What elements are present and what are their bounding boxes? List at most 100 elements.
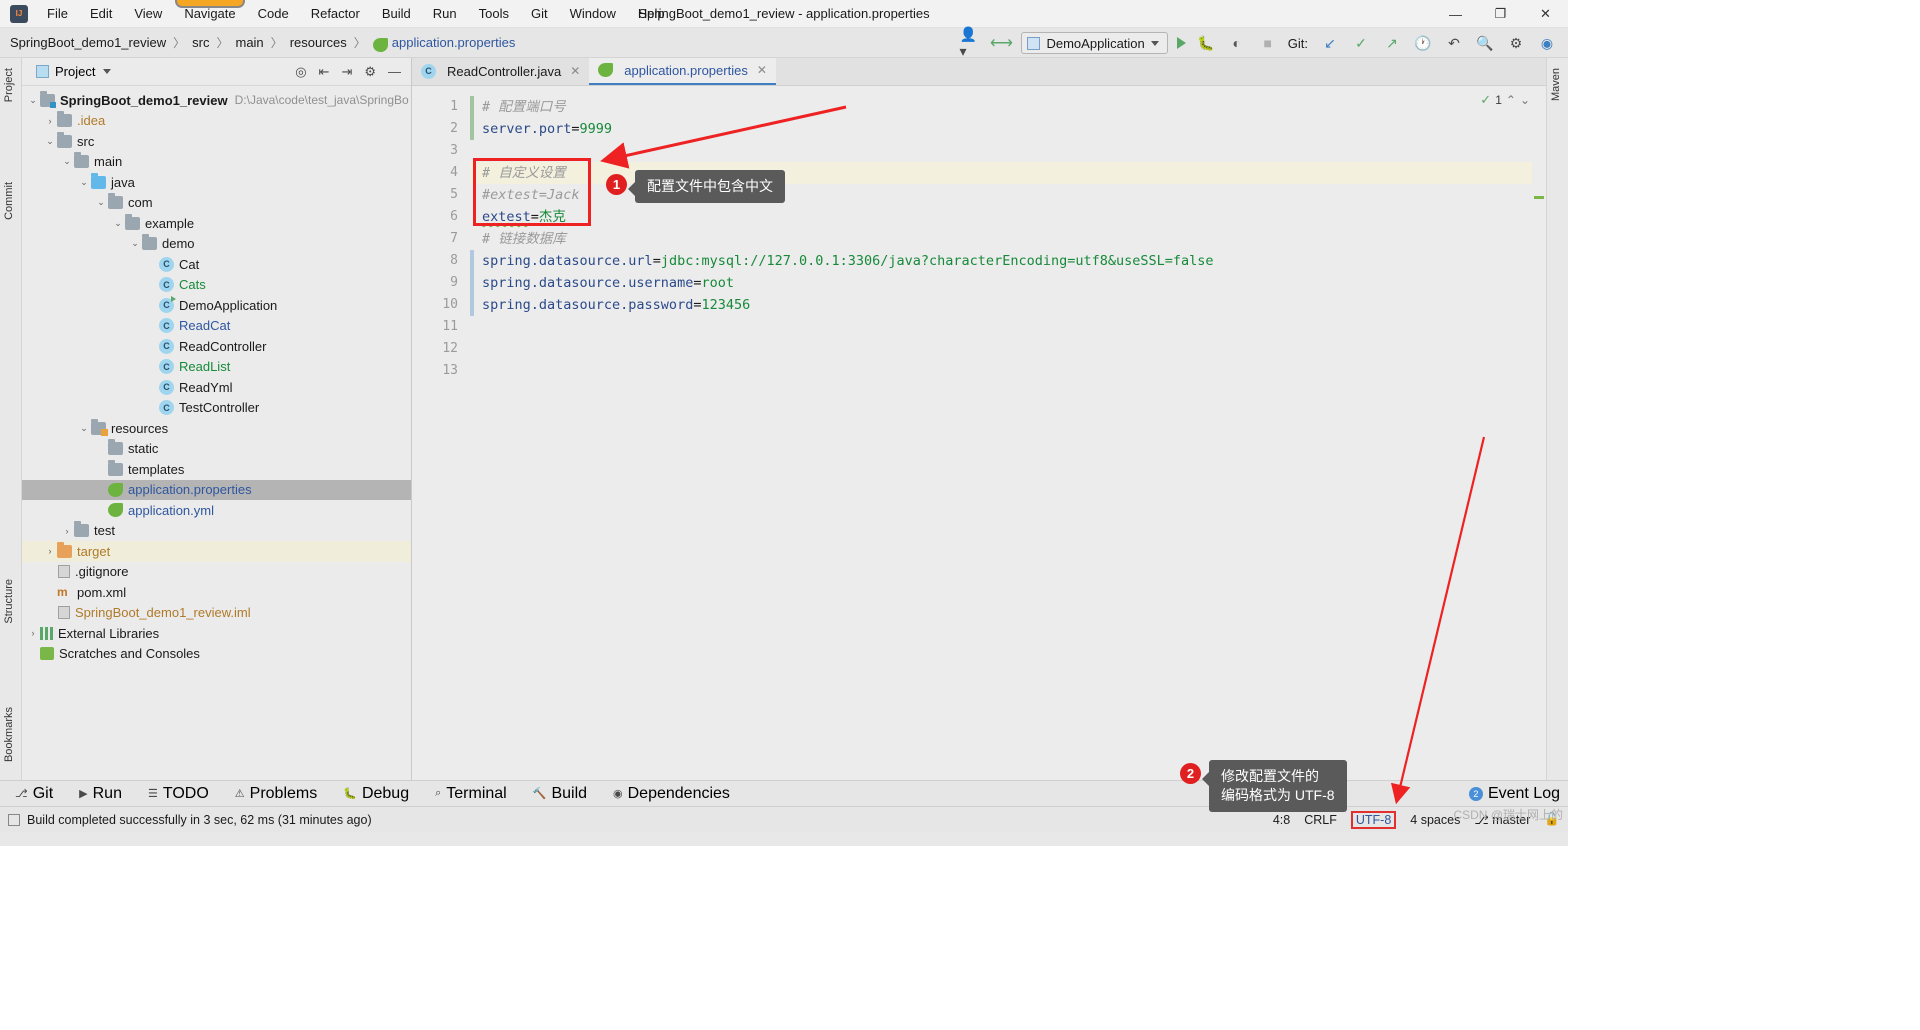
chevron-down-icon[interactable]: ⌄ xyxy=(77,177,91,188)
tree-node[interactable]: templates xyxy=(22,459,411,480)
bottom-tab-problems[interactable]: ⚠ Problems xyxy=(226,785,326,803)
chevron-down-icon[interactable]: ⌄ xyxy=(26,95,40,106)
close-icon[interactable]: ✕ xyxy=(757,63,767,77)
line-separator[interactable]: CRLF xyxy=(1304,813,1337,827)
breadcrumb-main[interactable]: main xyxy=(235,35,263,50)
chevron-down-icon[interactable]: ⌄ xyxy=(128,238,142,249)
debug-icon[interactable]: 🐛 xyxy=(1195,32,1217,54)
code-line[interactable]: # 配置端口号 xyxy=(470,96,1546,118)
chevron-down-icon[interactable]: ⌄ xyxy=(1520,93,1530,107)
tree-node[interactable]: Scratches and Consoles xyxy=(22,644,411,665)
coverage-icon[interactable]: ◐ xyxy=(1226,32,1248,54)
hammer-icon[interactable]: ⟷ xyxy=(990,32,1013,54)
tool-tab-bookmarks[interactable]: Bookmarks xyxy=(0,701,22,768)
tree-node[interactable]: C ReadCat xyxy=(22,316,411,337)
menu-tools[interactable]: Tools xyxy=(468,2,520,25)
tree-node[interactable]: C ReadList xyxy=(22,357,411,378)
breadcrumb-resources[interactable]: resources xyxy=(290,35,347,50)
code-line[interactable] xyxy=(470,140,1546,162)
tree-node[interactable]: C Cats xyxy=(22,275,411,296)
chevron-right-icon[interactable]: › xyxy=(60,526,74,536)
tree-node[interactable]: C ReadController xyxy=(22,336,411,357)
chevron-down-icon[interactable] xyxy=(103,69,112,74)
tree-node[interactable]: › test xyxy=(22,521,411,542)
expand-icon[interactable]: ⇥ xyxy=(341,64,352,80)
menu-file[interactable]: File xyxy=(36,2,79,25)
breadcrumb-project[interactable]: SpringBoot_demo1_review xyxy=(10,35,166,50)
chevron-down-icon[interactable]: ⌄ xyxy=(111,218,125,229)
tree-node[interactable]: application.yml xyxy=(22,500,411,521)
tree-node[interactable]: ⌄ SpringBoot_demo1_review D:\Java\code\tes… xyxy=(22,90,411,111)
chevron-right-icon[interactable]: › xyxy=(43,546,57,556)
editor-tab-readcontroller[interactable]: C ReadController.java ✕ xyxy=(412,58,590,85)
menu-git[interactable]: Git xyxy=(520,2,559,25)
tree-node[interactable]: C Cat xyxy=(22,254,411,275)
code-line[interactable]: spring.datasource.password=123456 xyxy=(470,294,1546,316)
bottom-tab-run[interactable]: ▶ Run xyxy=(70,785,131,803)
code-line[interactable]: spring.datasource.url=jdbc:mysql://127.0… xyxy=(470,250,1546,272)
chevron-right-icon[interactable]: › xyxy=(43,116,57,126)
menu-run[interactable]: Run xyxy=(422,2,468,25)
tree-node[interactable]: .gitignore xyxy=(22,562,411,583)
event-log-widget[interactable]: 2 Event Log xyxy=(1468,785,1560,803)
chevron-right-icon[interactable]: › xyxy=(26,628,40,638)
chevron-down-icon[interactable]: ⌄ xyxy=(94,197,108,208)
tool-tab-project[interactable]: Project xyxy=(0,62,22,108)
tree-node[interactable]: › .idea xyxy=(22,111,411,132)
run-configuration-selector[interactable]: DemoApplication xyxy=(1021,32,1168,54)
menu-refactor[interactable]: Refactor xyxy=(300,2,371,25)
bottom-tab-build[interactable]: 🔨 Build xyxy=(524,785,596,803)
code-line[interactable]: server.port=9999 xyxy=(470,118,1546,140)
tree-node[interactable]: ⌄ resources xyxy=(22,418,411,439)
code-line[interactable]: extest=杰克 xyxy=(470,206,1546,228)
search-icon[interactable]: 🔍 xyxy=(1474,32,1496,54)
update-project-icon[interactable]: ↙ xyxy=(1319,32,1341,54)
tree-node[interactable]: C DemoApplication xyxy=(22,295,411,316)
tree-node[interactable]: m pom.xml xyxy=(22,582,411,603)
commit-icon[interactable]: ✓ xyxy=(1350,32,1372,54)
run-icon[interactable] xyxy=(1176,37,1186,49)
tree-node[interactable]: C TestController xyxy=(22,398,411,419)
user-icon[interactable]: 👤▾ xyxy=(959,26,981,59)
settings-icon[interactable]: ⚙ xyxy=(1505,32,1527,54)
chevron-up-icon[interactable]: ⌃ xyxy=(1506,93,1516,107)
menu-code[interactable]: Code xyxy=(247,2,300,25)
tree-node[interactable]: static xyxy=(22,439,411,460)
tree-node[interactable]: C ReadYml xyxy=(22,377,411,398)
project-tree[interactable]: ⌄ SpringBoot_demo1_review D:\Java\code\tes… xyxy=(22,86,411,780)
maximize-icon[interactable]: ❐ xyxy=(1478,0,1523,28)
bottom-tab-git[interactable]: ⎇ Git xyxy=(6,785,62,803)
code-line[interactable]: # 链接数据库 xyxy=(470,228,1546,250)
bottom-tab-todo[interactable]: ☰ TODO xyxy=(139,785,218,803)
file-encoding[interactable]: UTF-8 xyxy=(1350,810,1397,829)
tree-node[interactable]: SpringBoot_demo1_review.iml xyxy=(22,603,411,624)
code-line[interactable]: spring.datasource.username=root xyxy=(470,272,1546,294)
bottom-tab-terminal[interactable]: ⌕ Terminal xyxy=(426,785,516,803)
chevron-down-icon[interactable]: ⌄ xyxy=(60,156,74,167)
tool-tab-commit[interactable]: Commit xyxy=(0,176,22,226)
bottom-tab-debug[interactable]: 🐛 Debug xyxy=(334,785,418,803)
menu-navigate[interactable]: Navigate xyxy=(173,2,246,25)
menu-edit[interactable]: Edit xyxy=(79,2,123,25)
code-line[interactable] xyxy=(470,338,1546,360)
menu-view[interactable]: View xyxy=(123,2,173,25)
chevron-down-icon[interactable]: ⌄ xyxy=(77,423,91,434)
tool-tab-structure[interactable]: Structure xyxy=(0,573,22,630)
menu-window[interactable]: Window xyxy=(559,2,627,25)
menu-build[interactable]: Build xyxy=(371,2,422,25)
rollback-icon[interactable]: ↶ xyxy=(1443,32,1465,54)
code-editor[interactable]: 1 2 3 4 5 6 7 8 9 10 11 12 13 # 配置端口号 server.port=999… xyxy=(412,86,1546,780)
breadcrumb-src[interactable]: src xyxy=(192,35,209,50)
ide-assist-icon[interactable]: ◉ xyxy=(1536,32,1558,54)
tree-node[interactable]: ⌄ demo xyxy=(22,234,411,255)
gear-icon[interactable]: ⚙ xyxy=(364,64,376,80)
close-icon[interactable]: ✕ xyxy=(570,64,580,78)
close-icon[interactable]: ✕ xyxy=(1523,0,1568,28)
locate-icon[interactable]: ◎ xyxy=(295,64,306,80)
collapse-all-icon[interactable]: ⇤ xyxy=(319,64,330,80)
code-line[interactable] xyxy=(470,316,1546,338)
build-status[interactable]: Build completed successfully in 3 sec, 6… xyxy=(0,808,372,832)
minimize-icon[interactable]: — xyxy=(1433,0,1478,28)
code-line[interactable]: # 自定义设置 xyxy=(470,162,1546,184)
hide-icon[interactable]: — xyxy=(388,64,401,79)
